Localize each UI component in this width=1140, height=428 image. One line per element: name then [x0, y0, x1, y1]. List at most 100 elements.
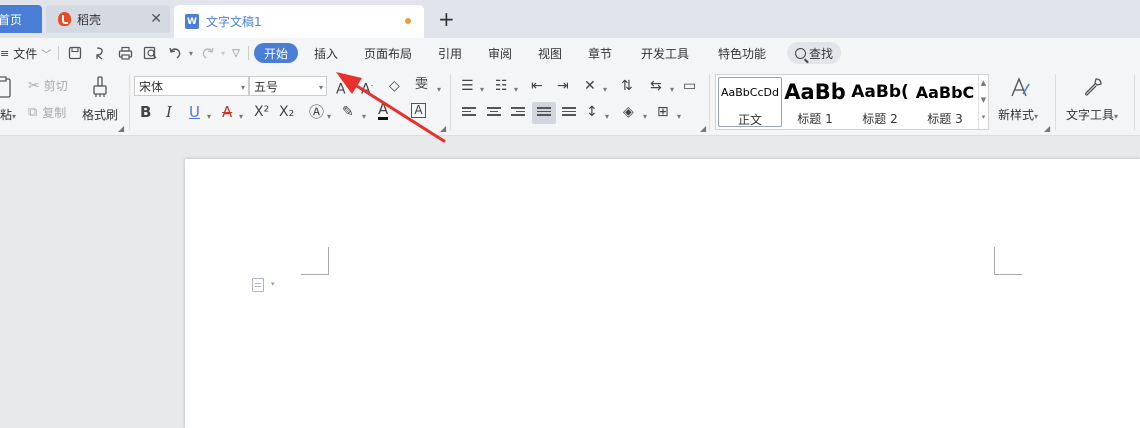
tab-document[interactable]: W 文字文稿1 [174, 5, 424, 38]
chevron-down-icon[interactable]: ▾ [677, 108, 681, 126]
align-right-icon[interactable] [511, 107, 525, 119]
style-sample: AaBb [784, 80, 846, 104]
style-normal[interactable]: AaBbCcDd 正文 [718, 77, 782, 127]
chevron-down-icon: ▾ [240, 83, 245, 92]
italic-button[interactable]: I [166, 103, 172, 121]
customize-toolbar-icon[interactable]: ▽ [227, 44, 245, 62]
wrench-icon[interactable] [1082, 76, 1104, 103]
increase-indent-icon[interactable]: ⇥ [557, 77, 569, 95]
menu-tab-review[interactable]: 审阅 [488, 45, 512, 62]
line-spacing-icon[interactable]: ↕ [586, 103, 598, 121]
close-tab-icon[interactable]: ✕ [150, 12, 162, 26]
print-icon[interactable] [116, 44, 134, 62]
chinese-layout-icon[interactable]: ✕ [584, 77, 596, 95]
dialog-launcher-icon[interactable]: ◢ [118, 124, 124, 133]
font-size-select[interactable]: 五号 ▾ [249, 76, 327, 96]
chevron-down-icon[interactable]: ▾ [643, 108, 647, 126]
search-button[interactable]: 查找 [787, 42, 841, 64]
copy-button[interactable]: ⧉ 复制 [28, 104, 66, 121]
highlight-icon[interactable]: ✎ [342, 103, 354, 121]
new-tab-button[interactable]: + [438, 8, 455, 30]
margin-corner-top-left [301, 247, 329, 275]
chevron-down-icon[interactable]: ▾ [480, 81, 484, 99]
document-canvas[interactable]: ▾ [0, 137, 1140, 428]
underline-button[interactable]: U [189, 103, 200, 121]
dialog-launcher-icon[interactable]: ◢ [1044, 124, 1050, 133]
menu-tab-developer[interactable]: 开发工具 [641, 45, 689, 62]
align-left-icon[interactable] [462, 107, 476, 119]
clear-format-icon[interactable]: ◇ [389, 77, 400, 95]
dialog-launcher-icon[interactable]: ◢ [700, 124, 706, 133]
char-border-icon[interactable]: A [411, 103, 426, 118]
text-tools-button[interactable]: 文字工具▾ [1066, 106, 1118, 123]
ruler-icon[interactable]: ▭ [683, 77, 696, 95]
chevron-down-icon[interactable]: ▾ [670, 81, 674, 99]
font-name-select[interactable]: 宋体 ▾ [134, 76, 249, 96]
writer-doc-icon: W [185, 14, 199, 29]
bullet-list-icon[interactable]: ☰ [461, 77, 474, 95]
style-name: 标题 1 [797, 112, 833, 126]
menu-tab-start[interactable]: 开始 [254, 43, 298, 63]
print-preview-icon[interactable] [141, 44, 159, 62]
menu-tab-page-layout[interactable]: 页面布局 [364, 45, 412, 62]
tab-document-label: 文字文稿1 [206, 15, 262, 29]
menu-tab-special-features[interactable]: 特色功能 [718, 45, 766, 62]
tab-daoke[interactable]: 稻壳 ✕ [46, 5, 170, 33]
style-heading-2[interactable]: AaBb( 标题 2 [848, 77, 912, 127]
align-center-icon[interactable] [487, 107, 501, 119]
menu-tab-insert[interactable]: 插入 [314, 45, 338, 62]
style-gallery-scrollbar[interactable]: ▲ ▼ ▾ [978, 75, 988, 129]
paste-label: 粘 [0, 108, 13, 122]
chevron-down-icon[interactable]: ▾ [514, 81, 518, 99]
scroll-up-icon[interactable]: ▲ [979, 75, 988, 92]
unsaved-indicator [405, 18, 411, 24]
document-page[interactable]: ▾ [185, 159, 1140, 428]
shrink-font-icon[interactable]: A- [361, 77, 373, 99]
chevron-down-icon[interactable]: ▾ [207, 108, 211, 126]
chevron-down-icon[interactable]: ▾ [327, 108, 331, 126]
undo-dropdown-icon[interactable]: ▾ [182, 44, 200, 62]
align-justify-icon[interactable] [537, 107, 551, 119]
chevron-down-icon[interactable]: ▾ [271, 280, 275, 288]
chevron-down-icon[interactable]: ▾ [603, 81, 607, 99]
scroll-down-icon[interactable]: ▼ [979, 92, 988, 109]
menu-tab-references[interactable]: 引用 [438, 45, 462, 62]
strikethrough-icon[interactable]: A [222, 103, 232, 121]
font-color-icon[interactable]: A [378, 102, 389, 120]
borders-icon[interactable]: ⊞ [657, 103, 669, 121]
numbered-list-icon[interactable]: ☷ [495, 77, 508, 95]
sort-icon[interactable]: ⇅ [621, 77, 633, 95]
distributed-align-icon[interactable] [562, 107, 576, 119]
cut-button[interactable]: ✂ 剪切 [28, 77, 68, 94]
style-heading-1[interactable]: AaBb 标题 1 [783, 77, 847, 127]
format-painter-label[interactable]: 格式刷 [82, 106, 118, 123]
shading-icon[interactable]: ◈ [623, 103, 634, 121]
dialog-launcher-icon[interactable]: ◢ [440, 124, 446, 133]
chevron-down-icon[interactable]: ▾ [437, 81, 441, 99]
paragraph-layout-icon[interactable] [252, 278, 264, 292]
subscript-button[interactable]: X₂ [279, 103, 294, 121]
chevron-down-icon[interactable]: ▾ [239, 108, 243, 126]
format-painter-icon[interactable] [90, 76, 110, 103]
paste-icon[interactable] [0, 76, 12, 103]
chevron-down-icon[interactable]: ▾ [605, 108, 609, 126]
output-pdf-icon[interactable] [91, 44, 109, 62]
menu-tab-view[interactable]: 视图 [538, 45, 562, 62]
file-menu[interactable]: ≡ 文件 ﹀ [0, 45, 51, 62]
superscript-button[interactable]: X² [254, 103, 269, 121]
bold-button[interactable]: B [140, 103, 151, 121]
chevron-down-icon[interactable]: ▾ [362, 108, 366, 126]
paste-button[interactable]: 粘▾ [0, 106, 16, 123]
expand-gallery-icon[interactable]: ▾ [979, 109, 988, 126]
decrease-indent-icon[interactable]: ⇤ [531, 77, 543, 95]
new-style-icon[interactable] [1009, 76, 1031, 105]
save-icon[interactable] [66, 44, 84, 62]
new-style-button[interactable]: 新样式▾ [998, 106, 1038, 123]
tab-home[interactable]: 首页 [0, 5, 42, 33]
style-heading-3[interactable]: AaBbC 标题 3 [913, 77, 977, 127]
show-hide-marks-icon[interactable]: ⇆ [650, 77, 662, 95]
text-effects-icon[interactable]: Ⓐ [309, 103, 324, 121]
grow-font-icon[interactable]: A+ [336, 77, 351, 99]
pinyin-guide-icon[interactable]: 雯 [415, 76, 428, 94]
menu-tab-chapter[interactable]: 章节 [588, 45, 612, 62]
